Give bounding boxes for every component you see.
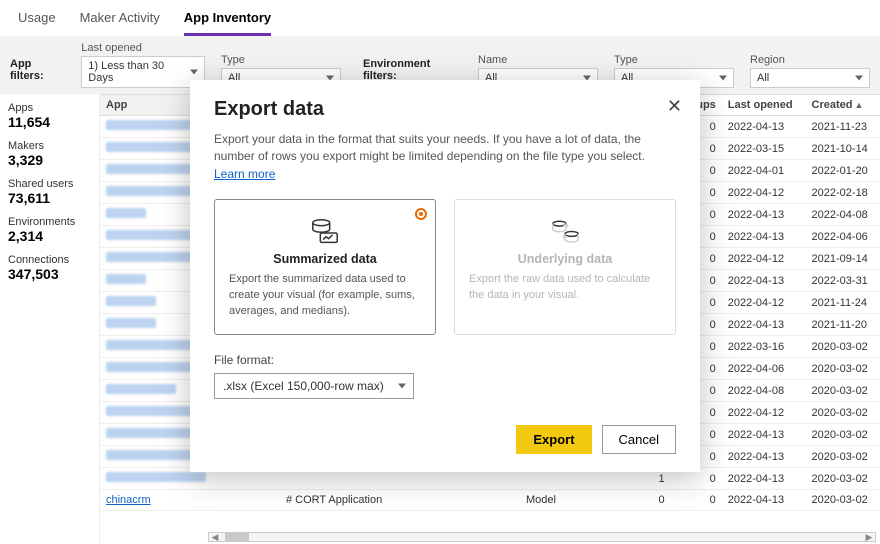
scroll-right-icon[interactable]: ▶	[863, 532, 875, 543]
file-format-select[interactable]: .xlsx (Excel 150,000-row max)	[214, 373, 414, 399]
export-button[interactable]: Export	[516, 425, 591, 454]
horizontal-scrollbar[interactable]: ◀ ▶	[208, 532, 876, 542]
card-underlying-data: Underlying data Export the raw data used…	[454, 199, 676, 335]
radio-selected-icon	[415, 208, 427, 220]
export-data-dialog: ✕ Export data Export your data in the fo…	[190, 80, 700, 472]
cancel-button[interactable]: Cancel	[602, 425, 676, 454]
dialog-description: Export your data in the format that suit…	[214, 131, 676, 183]
card-summarized-data[interactable]: Summarized data Export the summarized da…	[214, 199, 436, 335]
close-icon[interactable]: ✕	[667, 96, 682, 117]
scrollbar-thumb[interactable]	[225, 533, 249, 541]
card-underlying-title: Underlying data	[469, 252, 661, 266]
dialog-title: Export data	[214, 98, 676, 121]
card-summarized-title: Summarized data	[229, 252, 421, 266]
summarized-data-icon	[310, 218, 340, 244]
card-underlying-desc: Export the raw data used to calculate th…	[469, 272, 661, 304]
scroll-left-icon[interactable]: ◀	[209, 532, 221, 543]
learn-more-link[interactable]: Learn more	[214, 167, 275, 181]
card-summarized-desc: Export the summarized data used to creat…	[229, 272, 421, 320]
file-format-label: File format:	[214, 353, 676, 367]
underlying-data-icon	[550, 218, 580, 244]
